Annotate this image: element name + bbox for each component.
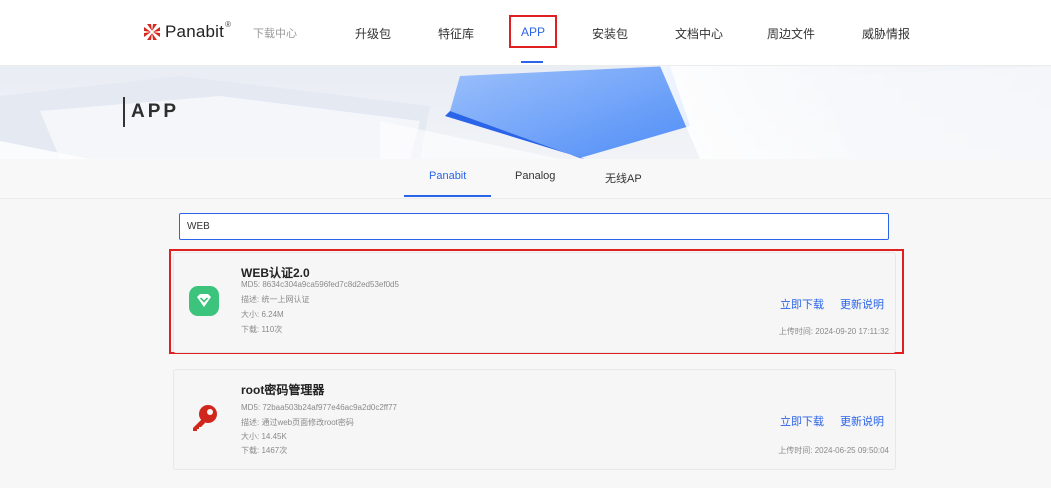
panabit-logo-icon (144, 24, 160, 40)
banner-title: APP (123, 97, 179, 127)
upload-time: 上传时间: 2024-09-20 17:11:32 (778, 327, 889, 336)
tab-panabit[interactable]: Panabit (429, 170, 466, 182)
tab-panalog[interactable]: Panalog (515, 170, 555, 182)
page-subtitle: 下载中心 (253, 28, 297, 40)
release-notes-link[interactable]: 更新说明 (840, 296, 884, 312)
nav-app[interactable]: APP (509, 15, 557, 48)
download-button[interactable]: 立即下载 (780, 296, 824, 312)
tab-active-indicator (404, 195, 491, 197)
nav-peripheral-files[interactable]: 周边文件 (767, 25, 815, 42)
page-banner: APP (0, 66, 1051, 159)
app-card-root-password: root密码管理器 MD5: 72baa503b24af977e46ac9a2d… (173, 369, 896, 470)
download-button[interactable]: 立即下载 (780, 413, 824, 429)
brand-name: Panabit (165, 22, 225, 41)
app-downloads: 下载: 1467次 (241, 446, 288, 455)
nav-threat-intel[interactable]: 威胁情报 (862, 25, 910, 42)
top-header: Panabit ® 下载中心 升级包 特征库 APP 安装包 文档中心 周边文件… (0, 0, 1051, 66)
key-icon (193, 405, 217, 431)
nav-upgrade[interactable]: 升级包 (355, 25, 391, 42)
nav-docs[interactable]: 文档中心 (675, 25, 723, 42)
upload-time: 上传时间: 2024-06-25 09:50:04 (778, 446, 889, 455)
tabs-divider (0, 198, 1051, 199)
nav-active-indicator (521, 61, 543, 63)
app-md5: MD5: 72baa503b24af977e46ac9a2d0c2ff77 (241, 403, 397, 412)
brand-logo[interactable]: Panabit ® (142, 20, 231, 44)
app-name: root密码管理器 (241, 383, 325, 397)
app-name: WEB认证2.0 (241, 266, 310, 280)
category-tabs: Panabit Panalog 无线AP (0, 159, 1051, 199)
app-card-web-auth: WEB认证2.0 MD5: 8634c304a9ca596fed7c8d2ed5… (173, 252, 896, 353)
release-notes-link[interactable]: 更新说明 (840, 413, 884, 429)
app-description: 描述: 统一上网认证 (241, 295, 310, 304)
search-input[interactable] (179, 213, 889, 240)
app-md5: MD5: 8634c304a9ca596fed7c8d2ed53ef0d5 (241, 280, 399, 289)
nav-app-label: APP (520, 25, 545, 39)
nav-install-package[interactable]: 安装包 (592, 25, 628, 42)
app-description: 描述: 通过web页面修改root密码 (241, 418, 354, 427)
nav-signature-library[interactable]: 特征库 (438, 25, 474, 42)
shield-check-icon (189, 286, 219, 316)
tab-wireless-ap[interactable]: 无线AP (605, 170, 642, 186)
app-size: 大小: 14.45K (241, 432, 287, 441)
app-downloads: 下载: 110次 (241, 325, 283, 334)
registered-mark: ® (225, 19, 231, 29)
app-size: 大小: 6.24M (241, 310, 284, 319)
